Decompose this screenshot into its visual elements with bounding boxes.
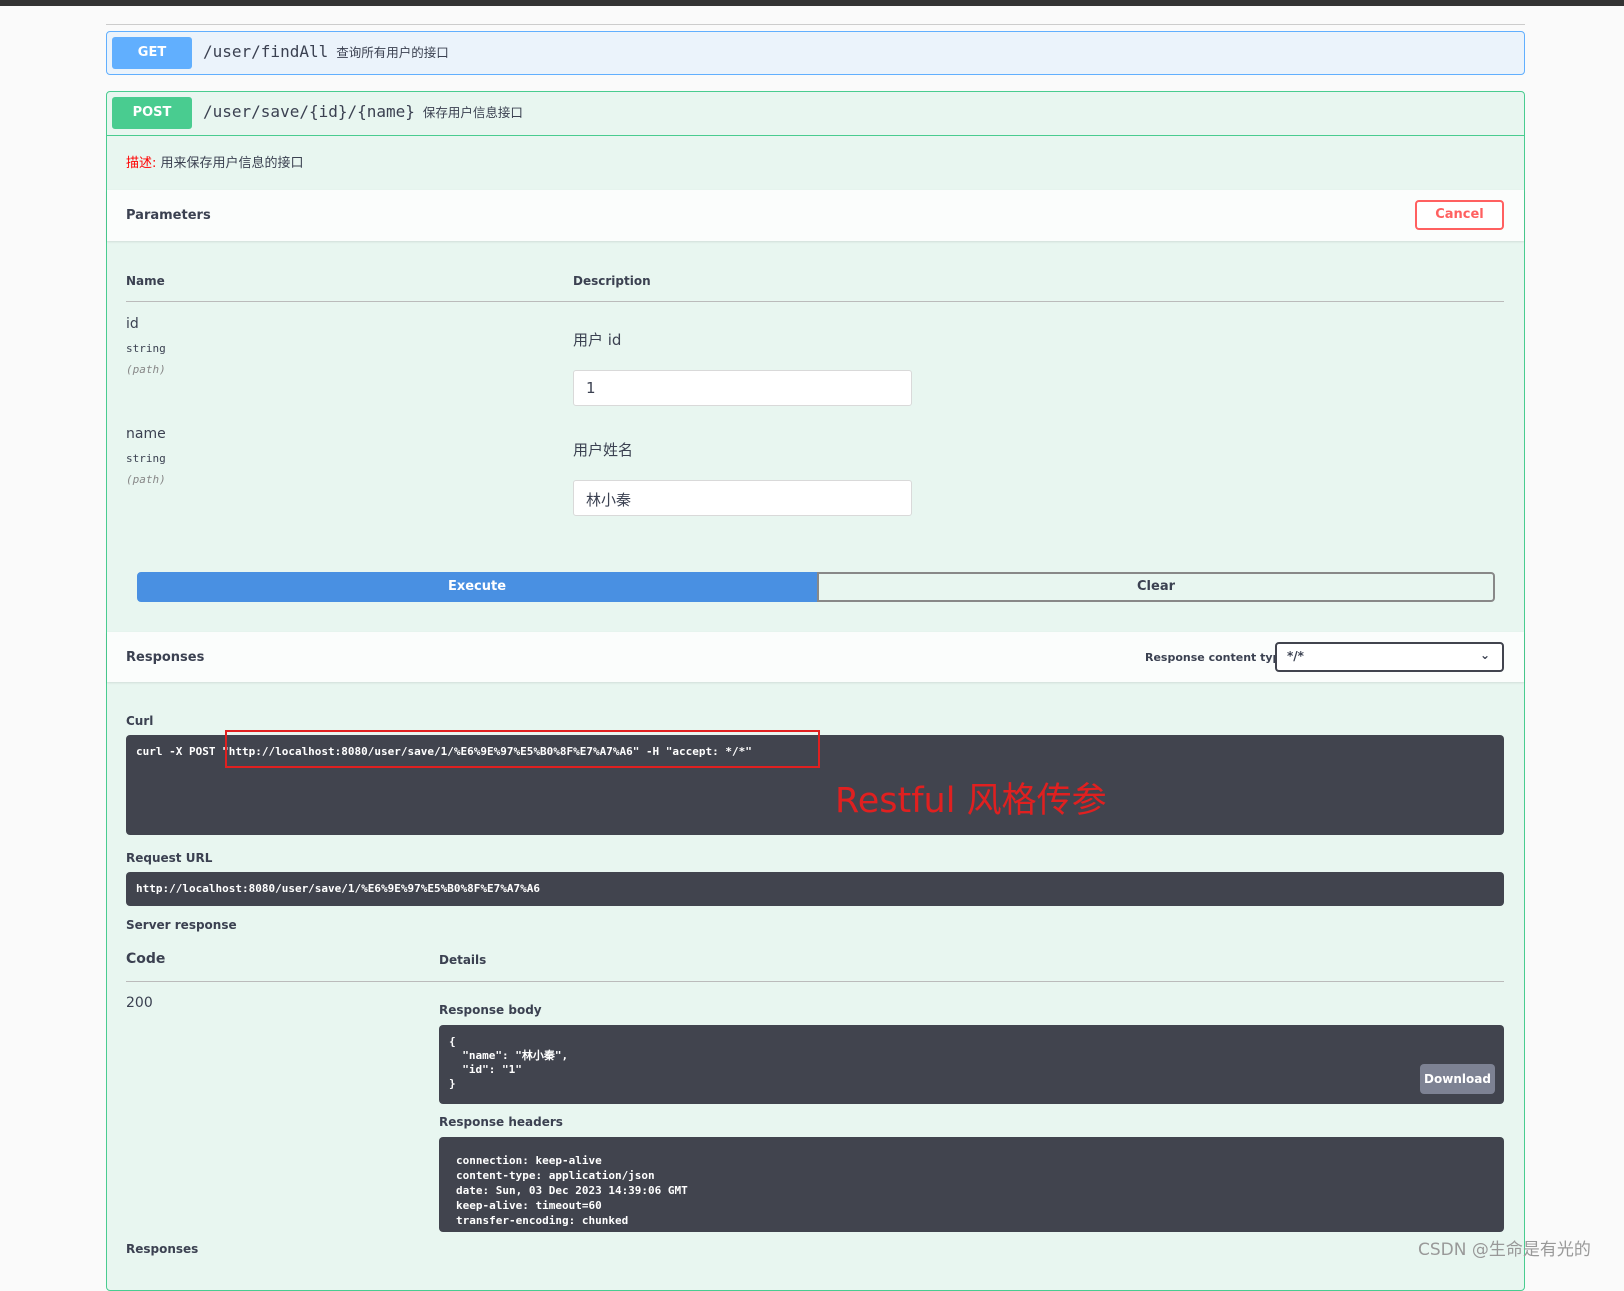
content-type-label: Response content type: [1145, 651, 1288, 664]
responses-title: Responses: [126, 650, 205, 665]
params-divider: [126, 301, 1504, 302]
col-description-header: Description: [573, 274, 651, 288]
description-label: 描述:: [126, 156, 157, 171]
param-location: (path): [126, 363, 166, 376]
response-divider: [126, 981, 1504, 982]
id-input[interactable]: 1: [573, 370, 912, 406]
get-summary: 查询所有用户的接口: [336, 45, 449, 60]
param-description: 用户姓名: [573, 441, 634, 459]
request-url-label: Request URL: [126, 851, 213, 865]
param-type: string: [126, 342, 166, 355]
execute-button[interactable]: Execute: [137, 572, 817, 602]
response-body-label: Response body: [439, 1003, 542, 1017]
response-headers-box: connection: keep-alive content-type: app…: [439, 1137, 1504, 1232]
code-header: Code: [126, 951, 166, 967]
download-button[interactable]: Download: [1420, 1064, 1495, 1094]
description: 描述: 用来保存用户信息的接口: [126, 152, 304, 171]
response-headers-label: Response headers: [439, 1115, 563, 1129]
get-path: /user/findAll 查询所有用户的接口: [203, 42, 449, 61]
curl-prefix: curl -X POST: [136, 745, 223, 758]
responses-bottom-title: Responses: [126, 1242, 199, 1256]
curl-label: Curl: [126, 714, 154, 728]
param-name: name: [126, 426, 166, 442]
parameters-title: Parameters: [126, 208, 211, 223]
col-name-header: Name: [126, 274, 165, 288]
param-description: 用户 id: [573, 331, 622, 349]
content-type-select[interactable]: */* ⌄: [1275, 642, 1504, 672]
post-summary: 保存用户信息接口: [422, 105, 523, 120]
parameters-header: Parameters Cancel: [107, 190, 1524, 241]
chevron-down-icon: ⌄: [1479, 648, 1490, 662]
get-method-badge: GET: [112, 37, 192, 69]
post-path-text: /user/save/{id}/{name}: [203, 102, 415, 121]
clear-button[interactable]: Clear: [817, 572, 1495, 602]
cancel-button[interactable]: Cancel: [1415, 200, 1504, 230]
response-body-box: { "name": "林小秦", "id": "1" }: [439, 1025, 1504, 1104]
details-header: Details: [439, 953, 487, 967]
post-save-operation: POST /user/save/{id}/{name} 保存用户信息接口 描述: …: [106, 91, 1525, 1291]
divider: [106, 24, 1525, 25]
server-response-label: Server response: [126, 918, 237, 932]
get-path-text: /user/findAll: [203, 42, 329, 61]
response-code: 200: [126, 995, 153, 1011]
response-body: { "name": "林小秦", "id": "1" }: [449, 1035, 569, 1090]
responses-header: Responses Response content type */* ⌄: [107, 632, 1524, 682]
param-name: id: [126, 316, 139, 332]
annotation-text: Restful 风格传参: [835, 781, 1107, 821]
post-path: /user/save/{id}/{name} 保存用户信息接口: [203, 102, 523, 121]
post-method-badge: POST: [112, 97, 192, 129]
content-type-value: */*: [1287, 649, 1304, 663]
post-header[interactable]: POST /user/save/{id}/{name} 保存用户信息接口: [107, 92, 1524, 136]
name-input[interactable]: 林小秦: [573, 480, 912, 516]
description-text: 用来保存用户信息的接口: [160, 156, 304, 171]
response-headers: connection: keep-alive content-type: app…: [456, 1154, 688, 1227]
watermark: CSDN @生命是有光的: [1418, 1240, 1591, 1260]
param-type: string: [126, 452, 166, 465]
get-findall-operation[interactable]: GET /user/findAll 查询所有用户的接口: [106, 31, 1525, 75]
request-url-box[interactable]: http://localhost:8080/user/save/1/%E6%9E…: [126, 872, 1504, 906]
highlight-box: [225, 730, 820, 768]
param-location: (path): [126, 473, 166, 486]
top-bar: [0, 0, 1624, 6]
